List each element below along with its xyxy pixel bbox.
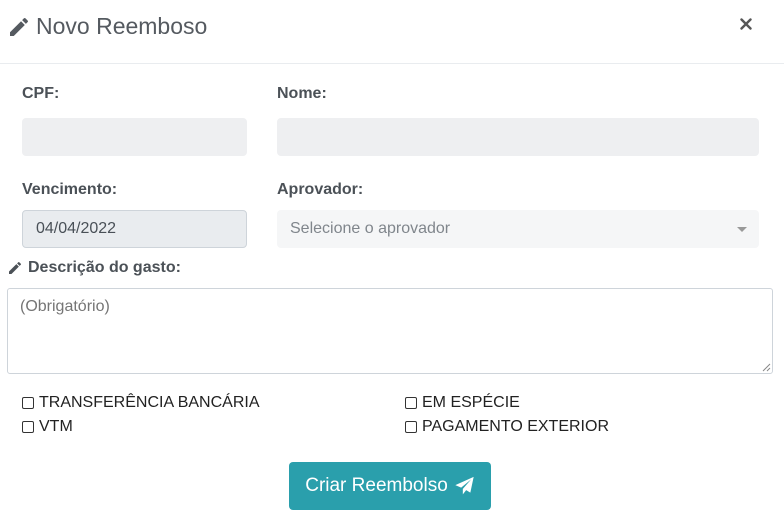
create-reimbursement-button[interactable]: Criar Reembolso	[289, 462, 491, 510]
checkbox[interactable]	[22, 421, 34, 433]
submit-label: Criar Reembolso	[305, 475, 448, 496]
descricao-label-text: Descrição do gasto:	[28, 259, 181, 276]
modal-title: Novo Reemboso	[7, 13, 207, 40]
descricao-label: Descrição do gasto:	[7, 259, 181, 277]
new-reimbursement-modal: Novo Reemboso CPF: Nome: Vencimento: 04/…	[0, 0, 784, 523]
vencimento-label: Vencimento:	[22, 181, 118, 198]
paper-plane-icon	[455, 476, 474, 495]
cpf-label: CPF:	[22, 85, 60, 102]
checkbox[interactable]	[405, 397, 417, 409]
aprovador-select[interactable]: Selecione o aprovador	[277, 210, 759, 248]
checkbox[interactable]	[22, 397, 34, 409]
chevron-down-icon	[737, 227, 747, 232]
nome-field[interactable]	[277, 118, 759, 156]
option-transferencia-bancaria[interactable]: TRANSFERÊNCIA BANCÁRIA	[22, 394, 259, 412]
resize-grip-icon[interactable]	[761, 362, 771, 372]
option-label: VTM	[39, 418, 73, 435]
cpf-field[interactable]	[22, 118, 247, 156]
modal-title-text: Novo Reemboso	[36, 13, 208, 39]
option-label: PAGAMENTO EXTERIOR	[422, 418, 609, 435]
pencil-icon	[9, 261, 22, 274]
close-icon	[740, 18, 752, 30]
descricao-textarea[interactable]	[7, 288, 773, 374]
aprovador-label: Aprovador:	[277, 181, 364, 198]
vencimento-field[interactable]: 04/04/2022	[22, 210, 247, 248]
pencil-icon	[10, 17, 29, 36]
nome-label: Nome:	[277, 85, 327, 102]
option-label: TRANSFERÊNCIA BANCÁRIA	[39, 394, 260, 411]
option-vtm[interactable]: VTM	[22, 418, 73, 436]
modal-header: Novo Reemboso	[0, 0, 784, 64]
close-button[interactable]	[737, 15, 755, 33]
option-label: EM ESPÉCIE	[422, 394, 520, 411]
aprovador-placeholder: Selecione o aprovador	[290, 220, 451, 237]
option-em-especie[interactable]: EM ESPÉCIE	[405, 394, 520, 412]
checkbox[interactable]	[405, 421, 417, 433]
option-pagamento-exterior[interactable]: PAGAMENTO EXTERIOR	[405, 418, 609, 436]
